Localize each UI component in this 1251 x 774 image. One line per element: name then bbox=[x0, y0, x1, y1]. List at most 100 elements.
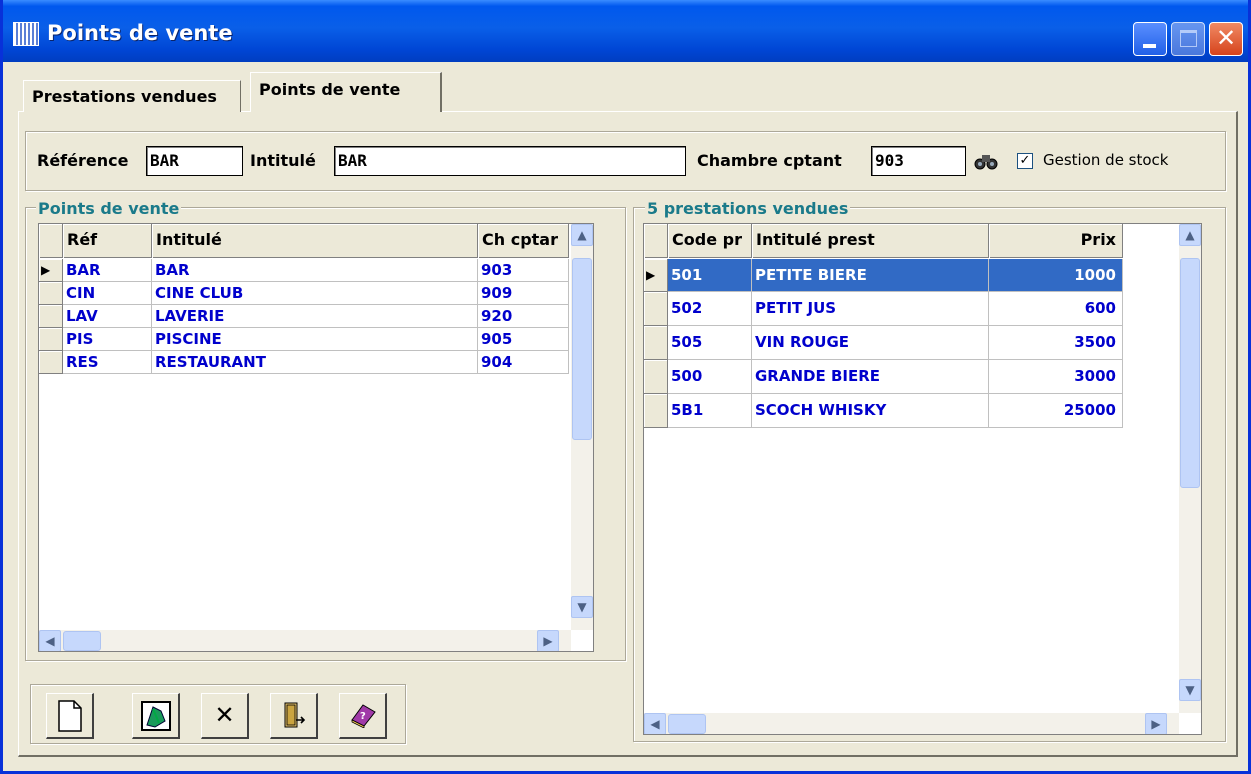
horizontal-scrollbar[interactable]: ◀ ▶ bbox=[39, 630, 571, 651]
cell-intitule: PETIT JUS bbox=[752, 292, 989, 326]
row-indicator bbox=[39, 305, 63, 328]
maximize-icon bbox=[1180, 30, 1197, 47]
cell-ch: 905 bbox=[478, 328, 569, 351]
scroll-down-icon[interactable]: ▼ bbox=[1179, 679, 1201, 701]
intitule-field[interactable]: BAR bbox=[334, 146, 686, 176]
cell-intitule: RESTAURANT bbox=[152, 351, 478, 374]
cell-code: 501 bbox=[668, 259, 752, 292]
header-indicator bbox=[644, 224, 668, 258]
grid-header: Réf Intitulé Ch cptar bbox=[39, 224, 569, 258]
reference-field[interactable]: BAR bbox=[146, 146, 243, 176]
cell-ch: 909 bbox=[478, 282, 569, 305]
prestations-grid: Code pr Intitulé prest Prix ▶ 501 PETITE… bbox=[643, 223, 1202, 735]
app-icon bbox=[13, 22, 39, 46]
row-indicator bbox=[39, 328, 63, 351]
minimize-button[interactable] bbox=[1133, 22, 1167, 56]
cell-intitule: GRANDE BIERE bbox=[752, 360, 989, 394]
cell-prix: 25000 bbox=[989, 394, 1123, 428]
reference-label: Référence bbox=[37, 151, 129, 170]
edit-button[interactable] bbox=[132, 693, 180, 739]
edit-icon bbox=[140, 701, 171, 731]
column-ref[interactable]: Réf bbox=[63, 224, 152, 258]
cell-code: 502 bbox=[668, 292, 752, 326]
cell-intitule: CINE CLUB bbox=[152, 282, 478, 305]
cell-intitule: PETITE BIERE bbox=[752, 259, 989, 292]
scroll-thumb[interactable] bbox=[1180, 258, 1200, 488]
cell-ch: 904 bbox=[478, 351, 569, 374]
scroll-left-icon[interactable]: ◀ bbox=[644, 713, 666, 734]
column-ch-cptant[interactable]: Ch cptar bbox=[478, 224, 569, 258]
row-indicator bbox=[39, 282, 63, 305]
chambre-field[interactable]: 903 bbox=[871, 146, 966, 176]
tab-points-de-vente[interactable]: Points de vente bbox=[250, 72, 442, 112]
stock-label: Gestion de stock bbox=[1043, 151, 1169, 169]
column-prix[interactable]: Prix bbox=[989, 224, 1123, 258]
scroll-thumb[interactable] bbox=[572, 258, 592, 440]
cell-prix: 3000 bbox=[989, 360, 1123, 394]
points-de-vente-grid: Réf Intitulé Ch cptar ▶ BAR BAR 903 CIN … bbox=[38, 223, 594, 652]
scroll-up-icon[interactable]: ▲ bbox=[571, 224, 593, 246]
cell-ch: 903 bbox=[478, 259, 569, 282]
delete-button[interactable]: ✕ bbox=[201, 693, 249, 739]
search-button[interactable] bbox=[968, 146, 1004, 178]
close-icon: ✕ bbox=[1215, 24, 1237, 52]
row-indicator bbox=[644, 326, 668, 360]
svg-text:?: ? bbox=[360, 711, 366, 722]
horizontal-scrollbar[interactable]: ◀ ▶ bbox=[644, 713, 1179, 734]
cell-prix: 3500 bbox=[989, 326, 1123, 360]
exit-door-icon bbox=[284, 702, 305, 728]
cell-code: 500 bbox=[668, 360, 752, 394]
cell-ref: LAV bbox=[63, 305, 152, 328]
row-indicator bbox=[644, 394, 668, 428]
intitule-label: Intitulé bbox=[250, 151, 316, 170]
scroll-right-icon[interactable]: ▶ bbox=[1145, 713, 1167, 734]
cell-intitule: BAR bbox=[152, 259, 478, 282]
cell-code: 5B1 bbox=[668, 394, 752, 428]
column-code[interactable]: Code pr bbox=[668, 224, 752, 258]
cell-intitule: PISCINE bbox=[152, 328, 478, 351]
column-intitule-prest[interactable]: Intitulé prest bbox=[752, 224, 989, 258]
new-document-icon bbox=[57, 700, 82, 732]
maximize-button[interactable] bbox=[1171, 22, 1205, 56]
scroll-left-icon[interactable]: ◀ bbox=[39, 630, 61, 651]
stock-checkbox[interactable]: ✓ bbox=[1017, 153, 1033, 169]
close-button[interactable]: ✕ bbox=[1209, 22, 1243, 56]
cell-ref: CIN bbox=[63, 282, 152, 305]
row-indicator bbox=[644, 360, 668, 394]
exit-button[interactable] bbox=[270, 693, 318, 739]
tab-prestations-vendues[interactable]: Prestations vendues bbox=[23, 80, 241, 112]
row-pointer-icon: ▶ bbox=[39, 259, 63, 282]
cell-prix: 600 bbox=[989, 292, 1123, 326]
vertical-scrollbar[interactable]: ▲ ▼ bbox=[571, 224, 593, 630]
scroll-down-icon[interactable]: ▼ bbox=[571, 596, 593, 618]
title-bar[interactable]: Points de vente ✕ bbox=[3, 0, 1248, 62]
row-indicator bbox=[39, 351, 63, 374]
window-title: Points de vente bbox=[47, 21, 233, 45]
scroll-thumb[interactable] bbox=[63, 631, 101, 651]
binoculars-icon bbox=[974, 155, 998, 170]
help-book-icon: ? bbox=[350, 704, 376, 729]
column-intitule[interactable]: Intitulé bbox=[152, 224, 478, 258]
delete-icon: ✕ bbox=[214, 701, 235, 729]
help-button[interactable]: ? bbox=[339, 693, 387, 739]
cell-code: 505 bbox=[668, 326, 752, 360]
header-indicator bbox=[39, 224, 63, 258]
row-indicator bbox=[644, 292, 668, 326]
cell-ch: 920 bbox=[478, 305, 569, 328]
cell-ref: PIS bbox=[63, 328, 152, 351]
cell-prix: 1000 bbox=[989, 259, 1123, 292]
grid-header: Code pr Intitulé prest Prix bbox=[644, 224, 1123, 258]
cell-ref: BAR bbox=[63, 259, 152, 282]
cell-ref: RES bbox=[63, 351, 152, 374]
cell-intitule: LAVERIE bbox=[152, 305, 478, 328]
scroll-thumb[interactable] bbox=[668, 714, 706, 734]
chambre-label: Chambre cptant bbox=[697, 151, 842, 170]
scroll-up-icon[interactable]: ▲ bbox=[1179, 224, 1201, 246]
vertical-scrollbar[interactable]: ▲ ▼ bbox=[1179, 224, 1201, 713]
cell-intitule: VIN ROUGE bbox=[752, 326, 989, 360]
cell-intitule: SCOCH WHISKY bbox=[752, 394, 989, 428]
new-button[interactable] bbox=[46, 693, 94, 739]
points-de-vente-title: Points de vente bbox=[36, 199, 182, 218]
scroll-right-icon[interactable]: ▶ bbox=[537, 630, 559, 651]
minimize-icon bbox=[1143, 44, 1156, 48]
